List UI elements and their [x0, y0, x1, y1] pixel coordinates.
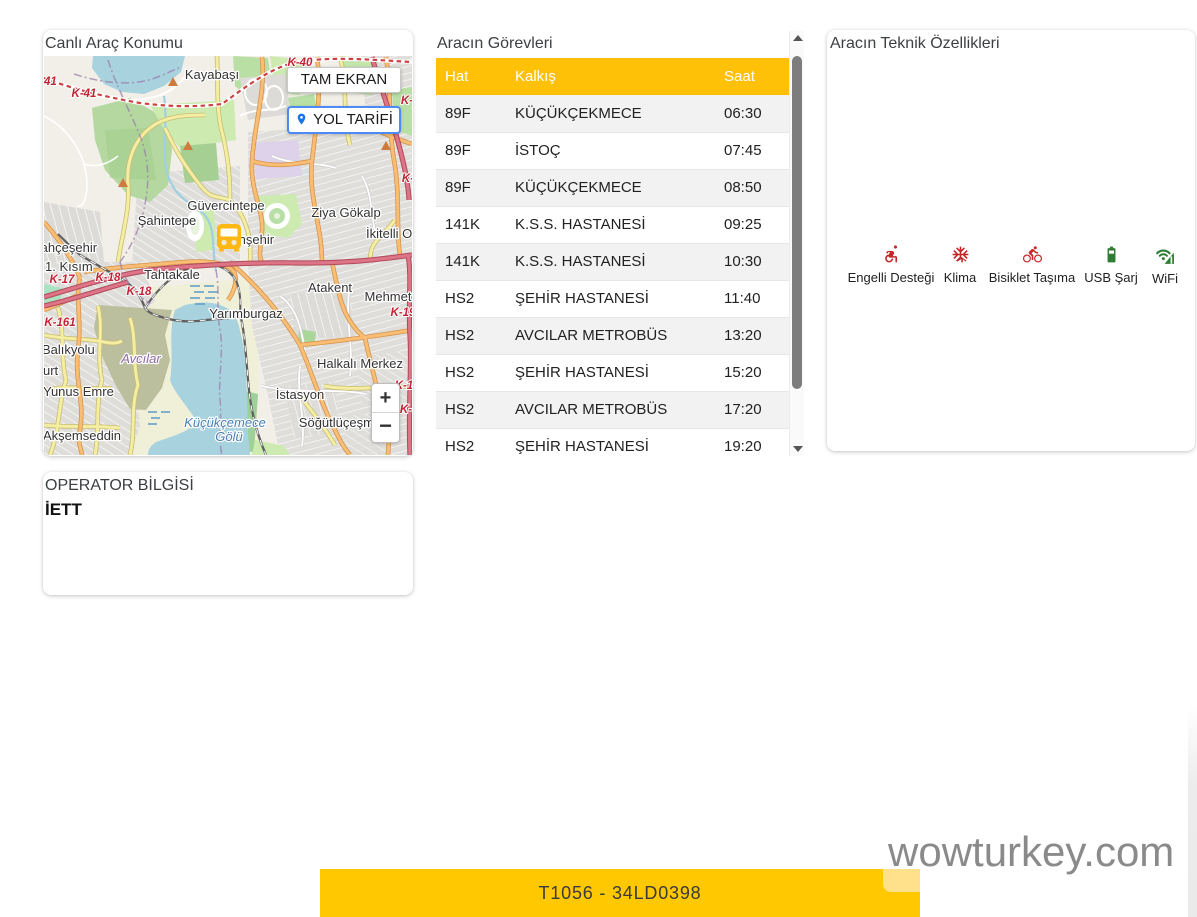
svg-text:1. Kısım: 1. Kısım [45, 259, 93, 274]
svg-text:41: 41 [44, 76, 57, 88]
svg-text:İstasyon: İstasyon [276, 387, 324, 402]
svg-text:Güvercintepe: Güvercintepe [187, 198, 264, 213]
svg-text:K-18: K-18 [127, 286, 153, 298]
svg-text:Bahçeşehir: Bahçeşehir [44, 240, 98, 255]
svg-text:Akşemseddin: Akşemseddin [44, 428, 121, 443]
svg-text:Söğütlüçeşme: Söğütlüçeşme [299, 415, 381, 430]
svg-text:K-19: K-19 [391, 307, 412, 319]
svg-text:K-18: K-18 [96, 272, 122, 284]
svg-text:Tahtakale: Tahtakale [144, 267, 200, 282]
svg-text:Yarımburgaz: Yarımburgaz [209, 306, 282, 321]
svg-text:Mehmet: Mehmet [365, 289, 412, 304]
svg-text:K-: K- [402, 173, 412, 185]
svg-text:K-: K- [401, 95, 412, 107]
svg-text:K-: K- [400, 404, 412, 416]
svg-text:K-41: K-41 [72, 88, 97, 100]
svg-text:K-161: K-161 [44, 317, 75, 329]
svg-text:Ziya Gökalp: Ziya Gökalp [311, 205, 380, 220]
svg-text:Atakent: Atakent [308, 280, 352, 295]
svg-text:Küçükçemece: Küçükçemece [184, 415, 266, 430]
svg-text:Avcılar: Avcılar [120, 351, 161, 366]
svg-text:İkitelli OS: İkitelli OS [366, 226, 412, 241]
svg-text:Gölü: Gölü [215, 429, 242, 444]
svg-text:Balıkyolu: Balıkyolu [44, 342, 95, 357]
svg-text:Halkalı Merkez: Halkalı Merkez [317, 356, 403, 371]
svg-text:Yunus Emre: Yunus Emre [44, 384, 114, 399]
svg-text:K-17: K-17 [50, 274, 76, 286]
svg-text:Kayabaşı: Kayabaşı [185, 67, 239, 82]
svg-text:Şahintepe: Şahintepe [138, 213, 197, 228]
svg-text:urt: urt [44, 363, 59, 378]
